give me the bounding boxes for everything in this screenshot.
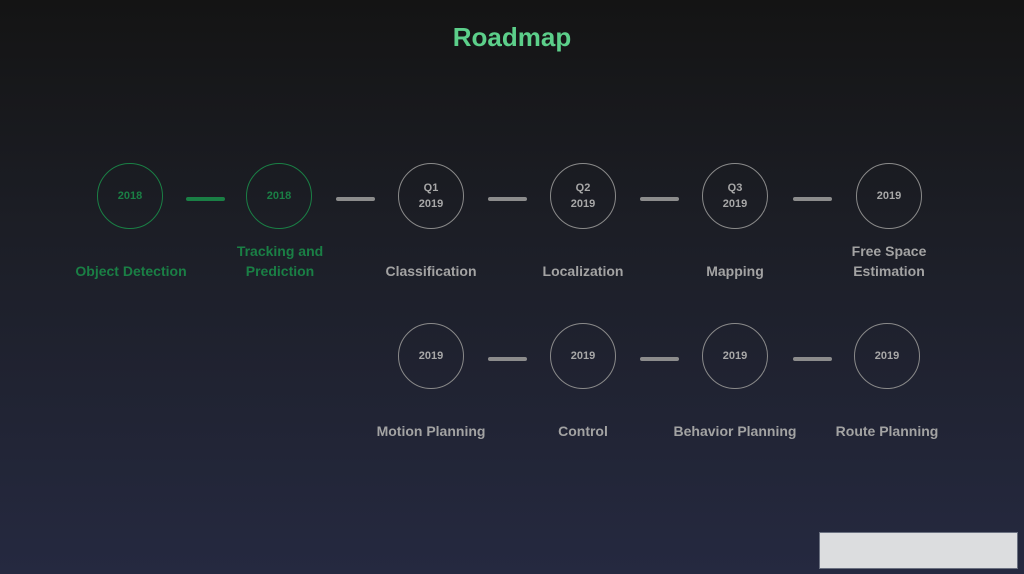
milestone-node: 2019 bbox=[856, 163, 922, 229]
node-year: 2019 bbox=[876, 190, 902, 202]
node-year: 2018 bbox=[266, 190, 292, 202]
milestone-node: 2018 bbox=[246, 163, 312, 229]
milestone-node: 2019 bbox=[702, 323, 768, 389]
milestone-node: Q1 2019 bbox=[398, 163, 464, 229]
page-title: Roadmap bbox=[452, 22, 572, 52]
milestone-node: 2018 bbox=[97, 163, 163, 229]
milestone-node: Q3 2019 bbox=[702, 163, 768, 229]
milestone-node: 2019 bbox=[550, 323, 616, 389]
milestone-label: Control bbox=[558, 423, 608, 439]
node-quarter: Q3 bbox=[727, 182, 743, 194]
node-year: 2019 bbox=[570, 198, 596, 210]
connector-line bbox=[186, 197, 225, 201]
milestone-label: Classification bbox=[385, 263, 477, 279]
milestone-label: Route Planning bbox=[835, 423, 939, 439]
milestone-node: 2019 bbox=[398, 323, 464, 389]
connector-line bbox=[488, 197, 527, 201]
connector-line bbox=[793, 357, 832, 361]
blank-panel bbox=[819, 532, 1018, 569]
milestone-label: Object Detection bbox=[75, 263, 187, 279]
milestone-label: Tracking and Prediction bbox=[236, 243, 324, 279]
node-year: 2019 bbox=[418, 198, 444, 210]
milestone-node: Q2 2019 bbox=[550, 163, 616, 229]
node-year: 2019 bbox=[874, 350, 900, 362]
connector-line bbox=[640, 197, 679, 201]
milestone-label: Mapping bbox=[706, 263, 764, 279]
node-year: 2018 bbox=[117, 190, 143, 202]
node-quarter: Q2 bbox=[575, 182, 591, 194]
milestone-label: Motion Planning bbox=[376, 423, 486, 439]
node-quarter: Q1 bbox=[423, 182, 439, 194]
node-year: 2019 bbox=[418, 350, 444, 362]
milestone-label: Behavior Planning bbox=[673, 423, 797, 439]
connector-line bbox=[336, 197, 375, 201]
connector-line bbox=[793, 197, 832, 201]
connector-line bbox=[488, 357, 527, 361]
connector-line bbox=[640, 357, 679, 361]
node-year: 2019 bbox=[722, 198, 748, 210]
milestone-label: Free Space Estimation bbox=[851, 243, 927, 279]
milestone-node: 2019 bbox=[854, 323, 920, 389]
node-year: 2019 bbox=[570, 350, 596, 362]
node-year: 2019 bbox=[722, 350, 748, 362]
milestone-label: Localization bbox=[542, 263, 624, 279]
